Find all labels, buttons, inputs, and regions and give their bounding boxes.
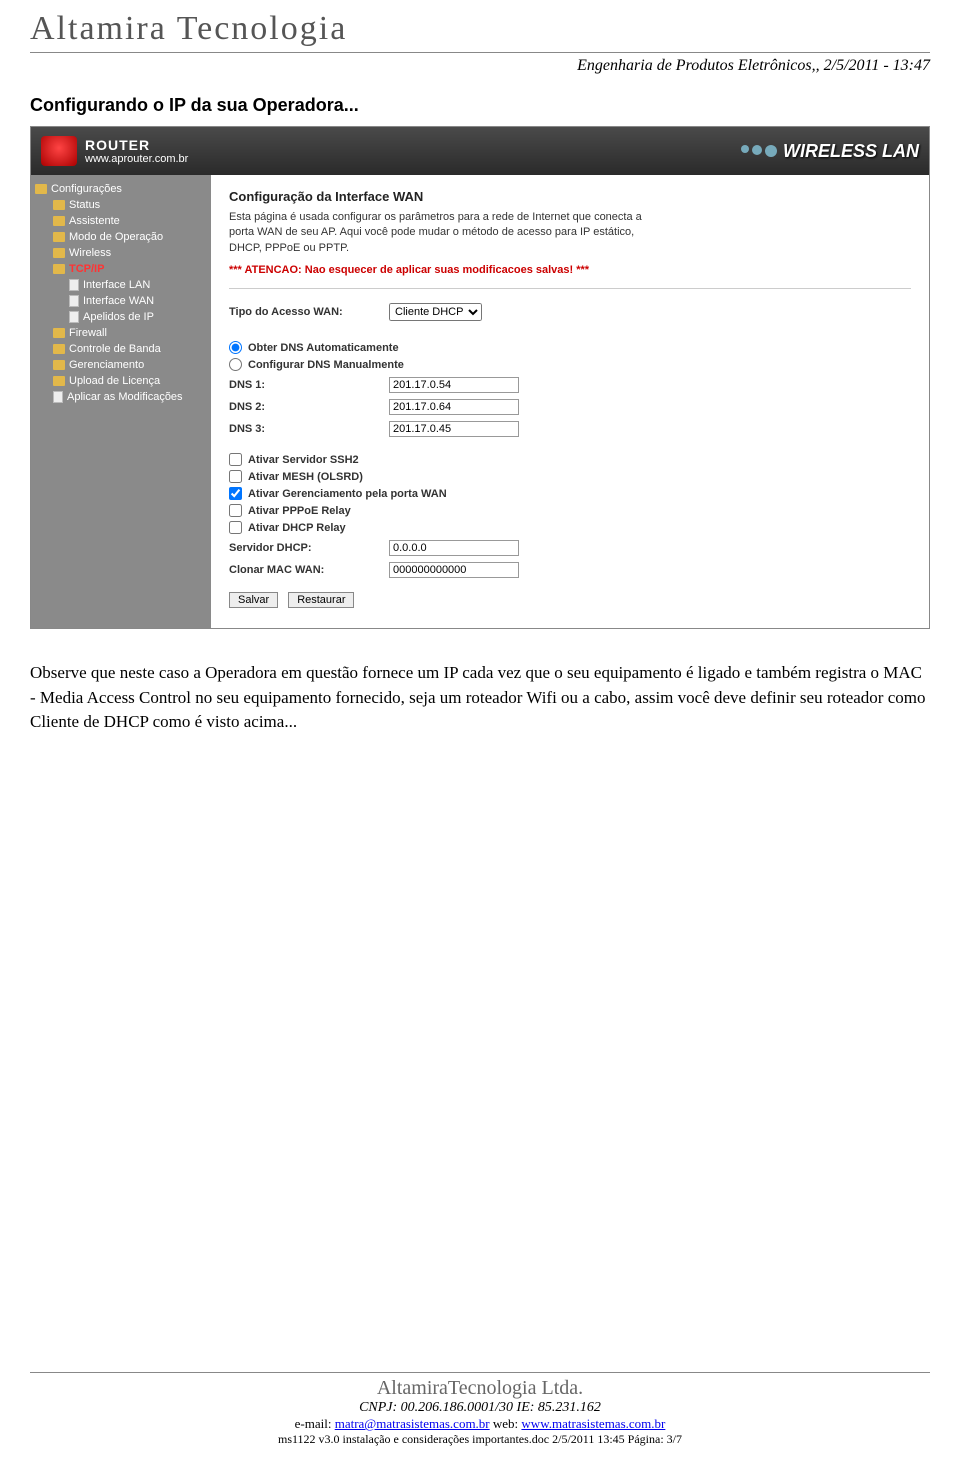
router-banner: ROUTER www.aprouter.com.br WIRELESS LAN [31,127,929,175]
dhcp-server-label: Servidor DHCP: [229,542,389,554]
wan-mgmt-label: Ativar Gerenciamento pela porta WAN [248,488,447,500]
signal-dots-icon [741,145,777,157]
sidebar-item-label: Status [69,199,100,211]
dns1-label: DNS 1: [229,379,389,391]
dhcp-relay-checkbox[interactable] [229,521,242,534]
sidebar-item-label: Interface WAN [83,295,154,307]
content-warning: *** ATENCAO: Nao esquecer de aplicar sua… [229,264,911,276]
sidebar-item-label: Interface LAN [83,279,150,291]
header-divider [30,52,930,53]
clone-mac-input[interactable] [389,562,519,578]
mesh-label: Ativar MESH (OLSRD) [248,471,363,483]
document-title: Altamira Tecnologia [30,10,930,52]
folder-icon [53,248,65,258]
sidebar-item[interactable]: Apelidos de IP [35,309,207,325]
sidebar-item-label: Configurações [51,183,122,195]
folder-icon [53,328,65,338]
wan-type-label: Tipo do Acesso WAN: [229,306,389,318]
page-icon [69,295,79,307]
folder-icon [53,376,65,386]
footer-web-link[interactable]: www.matrasistemas.com.br [521,1416,665,1431]
folder-icon [53,360,65,370]
sidebar-item-label: Wireless [69,247,111,259]
header-meta: Engenharia de Produtos Eletrônicos,, 2/5… [30,57,930,75]
page-icon [53,391,63,403]
router-sidebar: Configurações Status Assistente Modo de Ope… [31,175,211,628]
sidebar-item[interactable]: Aplicar as Modificações [35,389,207,405]
section-heading: Configurando o IP da sua Operadora... [30,95,930,116]
dns3-input[interactable] [389,421,519,437]
page-footer: AltamiraTecnologia Ltda. CNPJ: 00.206.18… [30,1372,930,1447]
dhcp-server-input[interactable] [389,540,519,556]
sidebar-item-label: Firewall [69,327,107,339]
router-url: www.aprouter.com.br [85,153,188,165]
dns3-label: DNS 3: [229,423,389,435]
dns-auto-radio[interactable] [229,341,242,354]
folder-icon [53,216,65,226]
wireless-lan-label: WIRELESS LAN [741,141,919,162]
ssh2-label: Ativar Servidor SSH2 [248,454,359,466]
dns2-label: DNS 2: [229,401,389,413]
save-button[interactable]: Salvar [229,592,278,608]
content-title: Configuração da Interface WAN [229,189,911,204]
router-brand: ROUTER www.aprouter.com.br [41,136,188,166]
sidebar-item[interactable]: TCP/IP [35,261,207,277]
sidebar-item[interactable]: Modo de Operação [35,229,207,245]
folder-icon [35,184,47,194]
sidebar-item[interactable]: Interface LAN [35,277,207,293]
router-screenshot: ROUTER www.aprouter.com.br WIRELESS LAN … [30,126,930,629]
clone-mac-label: Clonar MAC WAN: [229,564,389,576]
folder-icon [53,200,65,210]
sidebar-item[interactable]: Gerenciamento [35,357,207,373]
sidebar-item[interactable]: Assistente [35,213,207,229]
dhcp-relay-label: Ativar DHCP Relay [248,522,346,534]
sidebar-item-label: Gerenciamento [69,359,144,371]
footer-divider [30,1372,930,1373]
sidebar-item[interactable]: Upload de Licença [35,373,207,389]
sidebar-item-label: Upload de Licença [69,375,160,387]
sidebar-item[interactable]: Status [35,197,207,213]
content-intro: Esta página é usada configurar os parâme… [229,210,659,256]
sidebar-item[interactable]: Controle de Banda [35,341,207,357]
folder-icon [53,344,65,354]
router-logo-icon [41,136,77,166]
sidebar-item[interactable]: Firewall [35,325,207,341]
footer-email-link[interactable]: matra@matrasistemas.com.br [335,1416,490,1431]
pppoe-relay-label: Ativar PPPoE Relay [248,505,351,517]
footer-company: AltamiraTecnologia Ltda. [30,1377,930,1400]
sidebar-item-label: Apelidos de IP [83,311,154,323]
sidebar-item[interactable]: Configurações [35,181,207,197]
page-icon [69,311,79,323]
body-paragraph: Observe que neste caso a Operadora em qu… [30,661,930,735]
pppoe-relay-checkbox[interactable] [229,504,242,517]
footer-email-label: e-mail: [295,1416,335,1431]
dns-manual-radio[interactable] [229,358,242,371]
sidebar-item[interactable]: Wireless [35,245,207,261]
content-divider [229,288,911,289]
sidebar-item-label: TCP/IP [69,263,104,275]
footer-meta: ms1122 v3.0 instalação e considerações i… [30,1432,930,1447]
sidebar-item-label: Aplicar as Modificações [67,391,183,403]
dns-manual-label: Configurar DNS Manualmente [248,359,404,371]
restore-button[interactable]: Restaurar [288,592,354,608]
router-content: Configuração da Interface WAN Esta págin… [211,175,929,628]
sidebar-item-label: Assistente [69,215,120,227]
dns2-input[interactable] [389,399,519,415]
footer-web-label: web: [490,1416,522,1431]
sidebar-item-label: Modo de Operação [69,231,163,243]
page-icon [69,279,79,291]
router-brand-name: ROUTER [85,137,188,153]
wan-type-select[interactable]: Cliente DHCP [389,303,482,321]
sidebar-item-label: Controle de Banda [69,343,161,355]
folder-icon [53,232,65,242]
dns1-input[interactable] [389,377,519,393]
ssh2-checkbox[interactable] [229,453,242,466]
sidebar-item[interactable]: Interface WAN [35,293,207,309]
wan-mgmt-checkbox[interactable] [229,487,242,500]
footer-cnpj: CNPJ: 00.206.186.0001/30 IE: 85.231.162 [30,1400,930,1416]
dns-auto-label: Obter DNS Automaticamente [248,342,399,354]
mesh-checkbox[interactable] [229,470,242,483]
folder-icon [53,264,65,274]
